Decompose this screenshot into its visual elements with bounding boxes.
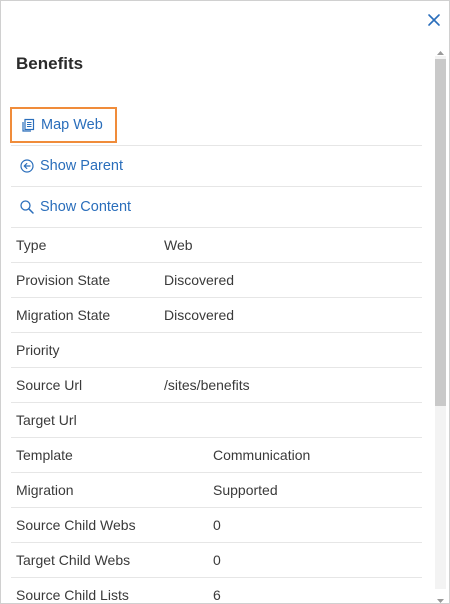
arrow-left-circle-icon (19, 158, 35, 174)
property-label: Provision State (16, 272, 111, 288)
property-value: Discovered (164, 307, 235, 323)
property-table: Type Web Provision State Discovered Migr… (11, 228, 422, 603)
property-label: Target Child Webs (16, 552, 131, 568)
property-row-target-url: Target Url (11, 403, 422, 438)
property-value: Web (164, 237, 193, 253)
property-label: Migration (16, 482, 74, 498)
action-row-show-parent: Show Parent (11, 146, 422, 187)
property-row-target-child-webs: Target Child Webs 0 (11, 543, 422, 578)
property-value: Communication (213, 447, 311, 463)
action-list: Map Web Show Parent Show Content (10, 105, 422, 228)
scroll-down-arrow-icon[interactable] (436, 592, 445, 603)
map-web-button[interactable]: Map Web (10, 107, 117, 143)
property-value: Supported (213, 482, 278, 498)
action-row-show-content: Show Content (11, 187, 422, 228)
property-row-source-url: Source Url /sites/benefits (11, 368, 422, 403)
details-panel: Benefits Map Web Show Parent Show Conten… (0, 0, 450, 604)
search-icon (19, 199, 35, 215)
show-content-label: Show Content (40, 199, 132, 215)
panel-title: Benefits (16, 54, 84, 73)
scrollbar-track[interactable] (435, 56, 446, 589)
property-value: Discovered (164, 272, 235, 288)
close-button[interactable] (426, 12, 442, 28)
property-value: 0 (213, 552, 221, 568)
close-icon (428, 14, 440, 26)
property-label: Source Child Lists (16, 587, 129, 603)
action-row-map-web: Map Web (10, 105, 422, 146)
scroll-up-arrow-icon[interactable] (436, 44, 445, 55)
property-label: Target Url (16, 412, 77, 428)
property-label: Migration State (16, 307, 111, 323)
property-label: Template (16, 447, 73, 463)
property-label: Source Child Webs (16, 517, 136, 533)
property-row-source-child-lists: Source Child Lists 6 (11, 578, 422, 603)
show-content-button[interactable]: Show Content (11, 189, 139, 225)
property-row-type: Type Web (11, 228, 422, 263)
property-row-migration-state: Migration State Discovered (11, 298, 422, 333)
show-parent-label: Show Parent (40, 158, 124, 174)
property-row-provision-state: Provision State Discovered (11, 263, 422, 298)
property-label: Source Url (16, 377, 83, 393)
pages-icon (20, 117, 36, 133)
property-label: Type (16, 237, 47, 253)
property-row-priority: Priority (11, 333, 422, 368)
property-row-template: Template Communication (11, 438, 422, 473)
property-row-migration: Migration Supported (11, 473, 422, 508)
property-value: 6 (213, 587, 221, 603)
property-value: 0 (213, 517, 221, 533)
property-value: /sites/benefits (164, 377, 250, 393)
property-row-source-child-webs: Source Child Webs 0 (11, 508, 422, 543)
property-label: Priority (16, 342, 60, 358)
map-web-label: Map Web (41, 117, 103, 133)
show-parent-button[interactable]: Show Parent (11, 148, 131, 184)
scrollbar-thumb[interactable] (435, 59, 446, 406)
vertical-scrollbar[interactable] (434, 44, 447, 603)
